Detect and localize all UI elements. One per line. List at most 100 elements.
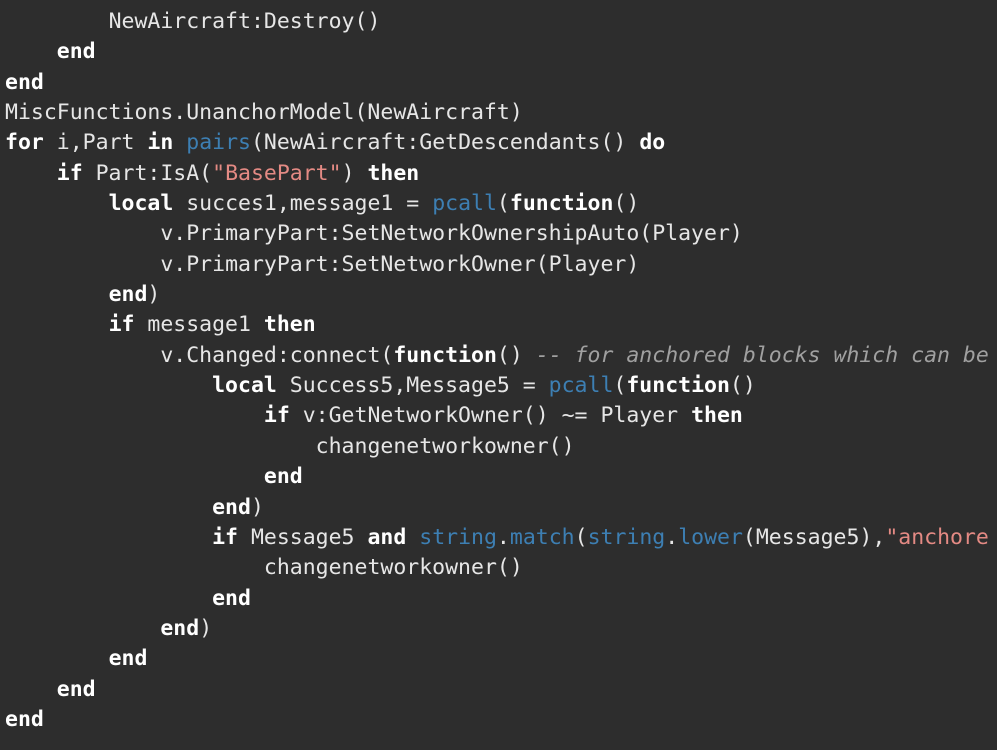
token-identifier: v.PrimaryPart:SetNetworkOwnershipAuto(Pl…: [160, 221, 743, 247]
token-identifier: ): [341, 160, 368, 186]
code-line: if message1 then: [5, 310, 997, 340]
token-keyword: if: [108, 312, 135, 338]
token-builtin: string: [587, 524, 666, 550]
token-identifier: (: [613, 373, 627, 399]
token-identifier: changenetworkowner(): [263, 555, 523, 581]
code-line: end: [5, 462, 997, 492]
code-line: end): [5, 493, 997, 523]
token-keyword: end: [5, 706, 44, 732]
token-keyword: function: [509, 191, 614, 217]
token-keyword: end: [212, 585, 251, 611]
token-identifier: NewAircraft:Destroy(): [108, 9, 381, 34]
token-identifier: i,Part: [43, 130, 148, 156]
code-line: MiscFunctions.UnanchorModel(NewAircraft): [5, 98, 997, 128]
token-keyword: in: [147, 130, 174, 156]
token-identifier: ): [199, 615, 213, 641]
token-builtin: pcall: [548, 373, 614, 399]
code-line: local Success5,Message5 = pcall(function…: [5, 371, 997, 401]
token-identifier: (: [496, 191, 510, 217]
token-identifier: .: [665, 524, 679, 550]
code-line: if Message5 and string.match(string.lowe…: [5, 523, 997, 553]
token-identifier: ): [250, 494, 264, 520]
token-identifier: (Message5),: [742, 524, 886, 550]
token-keyword: function: [626, 373, 730, 399]
token-identifier: v:GetNetworkOwner() ~= Player: [289, 403, 692, 429]
token-keyword: do: [639, 130, 666, 156]
token-keyword: local: [212, 373, 277, 399]
code-line: end): [5, 614, 997, 644]
token-keyword: and: [367, 524, 407, 550]
token-identifier: (): [613, 191, 640, 217]
token-identifier: v.Changed:connect(: [160, 342, 394, 368]
token-builtin: lower: [678, 524, 743, 550]
token-keyword: end: [212, 494, 251, 520]
token-keyword: if: [56, 160, 83, 186]
code-line: end: [5, 675, 997, 705]
code-view[interactable]: NewAircraft:Destroy() end end MiscFunction…: [5, 7, 997, 735]
code-line: if Part:IsA("BasePart") then: [5, 159, 997, 189]
token-string-literal: "anchore: [885, 524, 989, 550]
code-line: end: [5, 68, 997, 98]
code-line: v.Changed:connect(function() -- for anch…: [5, 341, 997, 371]
token-identifier: (NewAircraft:GetDescendants(): [250, 130, 640, 156]
token-identifier: (: [574, 524, 588, 550]
token-keyword: end: [5, 69, 44, 95]
token-keyword: local: [108, 191, 174, 217]
token-identifier: (): [496, 342, 536, 368]
token-keyword: for: [5, 130, 44, 156]
token-keyword: end: [56, 676, 96, 702]
token-builtin: string: [419, 524, 497, 550]
token-identifier: Part:IsA(: [82, 160, 213, 186]
token-identifier: MiscFunctions.UnanchorModel(NewAircraft): [5, 100, 523, 126]
token-identifier: [173, 130, 186, 155]
token-identifier: Message5: [238, 524, 368, 550]
token-identifier: succes1,message1 =: [173, 191, 433, 217]
token-keyword: if: [263, 403, 290, 429]
code-line: changenetworkowner(): [5, 553, 997, 583]
token-keyword: then: [367, 160, 420, 186]
token-keyword: then: [691, 403, 743, 429]
code-line: end: [5, 705, 997, 735]
code-line: v.PrimaryPart:SetNetworkOwner(Player): [5, 250, 997, 280]
code-line: v.PrimaryPart:SetNetworkOwnershipAuto(Pl…: [5, 219, 997, 249]
token-keyword: end: [108, 282, 148, 308]
token-identifier: .: [496, 524, 510, 550]
token-keyword: function: [393, 342, 497, 368]
token-comment: -- for anchored blocks which can be: [535, 342, 989, 368]
code-line: for i,Part in pairs(NewAircraft:GetDesce…: [5, 128, 997, 158]
token-keyword: end: [263, 464, 303, 490]
token-keyword: end: [56, 39, 96, 65]
token-string-literal: "BasePart": [212, 160, 342, 186]
code-editor[interactable]: NewAircraft:Destroy() end end MiscFunction…: [0, 0, 997, 750]
token-builtin: match: [509, 524, 575, 550]
code-line: end: [5, 644, 997, 674]
code-line: end: [5, 37, 997, 67]
token-identifier: (): [729, 373, 756, 399]
token-builtin: pcall: [432, 191, 497, 217]
code-line: end: [5, 584, 997, 614]
code-line: local succes1,message1 = pcall(function(…: [5, 189, 997, 219]
code-line: end): [5, 280, 997, 310]
token-identifier: [406, 525, 419, 550]
token-keyword: then: [263, 312, 316, 338]
token-keyword: end: [108, 646, 148, 672]
token-identifier: Success5,Message5 =: [276, 373, 549, 399]
code-line: NewAircraft:Destroy(): [5, 7, 997, 37]
